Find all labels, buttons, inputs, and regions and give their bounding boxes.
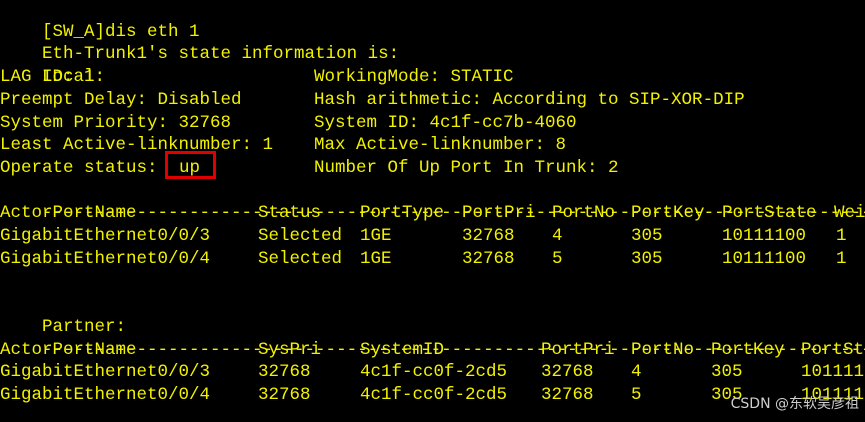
preempt-delay: Preempt Delay: Disabled: [0, 89, 242, 110]
operate-status-label: Operate status:: [0, 157, 158, 178]
table-row: GigabitEthernet0/0/3 32768 4c1f-cc0f-2cd…: [0, 361, 865, 384]
lag-id: LAG ID: 1: [0, 67, 95, 88]
system-id-cell: 4c1f-cc0f-2cd5: [360, 362, 508, 383]
port-pri-cell: 32768: [462, 248, 515, 269]
separator: ----------------------------------------…: [0, 180, 865, 223]
port-no-cell: 5: [552, 248, 563, 269]
port-key-cell: 305: [631, 248, 663, 269]
port-state-cell: 10111100: [801, 362, 865, 383]
operate-status-row: Operate status: up Number Of Up Port In …: [0, 157, 865, 180]
port-name-cell: GigabitEthernet0/0/3: [0, 362, 211, 383]
table-row: GigabitEthernet0/0/3 Selected 1GE 32768 …: [0, 225, 865, 248]
port-no-cell: 4: [631, 362, 642, 383]
port-state-cell: 10111100: [722, 248, 807, 269]
status-cell: Selected: [258, 226, 343, 246]
column-header: PortKey: [711, 339, 785, 360]
column-header: SysPri: [258, 339, 322, 360]
column-header: PortNo: [631, 339, 695, 360]
hash-arithmetic: Hash arithmetic: According to SIP-XOR-DI…: [314, 89, 745, 110]
partner-table-header: ActorPortName SysPri SystemID PortPri Po…: [0, 339, 865, 362]
info-row: LAG ID: 1 WorkingMode: STATIC: [0, 66, 865, 89]
status-cell: Selected: [258, 248, 343, 269]
port-no-cell: 5: [631, 384, 642, 405]
port-pri-cell: 32768: [462, 226, 515, 246]
port-type-cell: 1GE: [360, 248, 392, 269]
local-label-line: Local:: [0, 43, 105, 87]
terminal-window[interactable]: [SW_A]dis eth 1 Eth-Trunk1's state infor…: [0, 0, 865, 422]
working-mode: WorkingMode: STATIC: [314, 67, 514, 88]
watermark: CSDN @东软吴彦祖: [730, 396, 859, 413]
info-row: Preempt Delay: Disabled Hash arithmetic:…: [0, 89, 865, 112]
column-header: PortState: [722, 203, 817, 224]
command-line: [SW_A]dis eth 1: [0, 0, 200, 42]
column-header: PortPri: [462, 203, 536, 224]
partner-label-line: Partner:: [0, 293, 126, 337]
port-pri-cell: 32768: [541, 362, 594, 383]
port-name-cell: GigabitEthernet0/0/4: [0, 384, 211, 405]
column-header: SystemID: [360, 339, 445, 360]
sys-pri-cell: 32768: [258, 362, 311, 383]
table-row: GigabitEthernet0/0/4 Selected 1GE 32768 …: [0, 248, 865, 271]
column-header: PortKey: [631, 203, 705, 224]
port-type-cell: 1GE: [360, 226, 392, 246]
info-row: Least Active-linknumber: 1 Max Active-li…: [0, 134, 865, 157]
column-header: PortState: [801, 339, 865, 360]
separator: ----------------------------------------…: [0, 316, 865, 360]
sys-pri-cell: 32768: [258, 384, 311, 405]
column-header: ActorPortName: [0, 339, 137, 360]
port-pri-cell: 32768: [541, 384, 594, 405]
state-header-line: Eth-Trunk1's state information is:: [0, 21, 399, 64]
port-state-cell: 10111100: [722, 226, 807, 246]
weight-cell: 1: [836, 248, 847, 269]
port-no-cell: 4: [552, 226, 563, 246]
column-header: Status: [258, 203, 322, 224]
up-port-count: Number Of Up Port In Trunk: 2: [314, 157, 619, 178]
system-id-cell: 4c1f-cc0f-2cd5: [360, 384, 508, 405]
weight-cell: 1: [836, 226, 847, 246]
system-priority: System Priority: 32768: [0, 112, 232, 133]
system-id: System ID: 4c1f-cc7b-4060: [314, 112, 577, 133]
column-header: PortPri: [541, 339, 615, 360]
port-name-cell: GigabitEthernet0/0/4: [0, 248, 211, 269]
port-name-cell: GigabitEthernet0/0/3: [0, 226, 211, 246]
column-header: ActorPortName: [0, 203, 137, 224]
least-active-linknumber: Least Active-linknumber: 1: [0, 135, 274, 156]
column-header: Weight: [834, 203, 865, 224]
highlight-box: [165, 151, 216, 179]
actor-table-header: ActorPortName Status PortType PortPri Po…: [0, 202, 865, 225]
port-key-cell: 305: [631, 226, 663, 246]
max-active-linknumber: Max Active-linknumber: 8: [314, 135, 567, 156]
port-key-cell: 305: [711, 362, 743, 383]
column-header: PortNo: [552, 203, 616, 224]
info-row: System Priority: 32768 System ID: 4c1f-c…: [0, 112, 865, 135]
column-header: PortType: [360, 203, 445, 224]
